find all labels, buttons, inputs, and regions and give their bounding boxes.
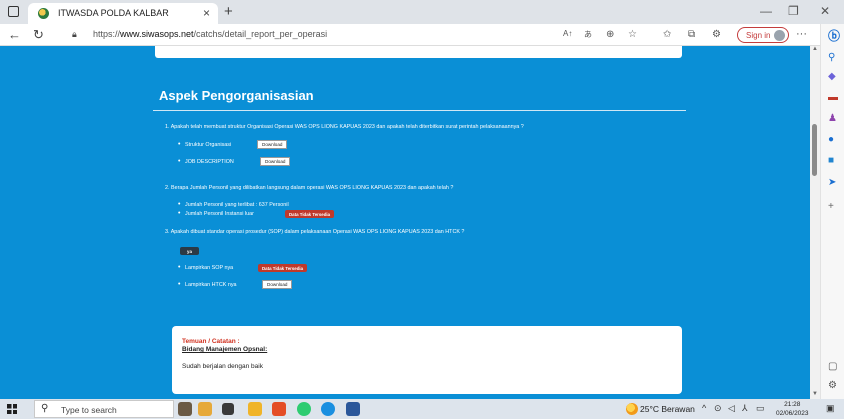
weather-icon — [626, 403, 638, 415]
bing-chat-icon[interactable]: ⓑ — [828, 27, 840, 44]
item-struktur-organisasi: Struktur Organisasi — [178, 141, 231, 148]
question-3: 3. Apakah dibuat standar operasi prosedu… — [165, 229, 465, 235]
item-lampirkan-htck: Lampirkan HTCK nya — [178, 281, 236, 288]
url-host: www.siwasops.net — [120, 29, 194, 39]
data-unavailable-badge: Data Tidak Tersedia — [285, 210, 335, 218]
section-divider — [153, 110, 686, 111]
task-app-icon[interactable] — [178, 402, 192, 416]
search-icon[interactable]: ⚲ — [828, 52, 835, 63]
extensions-icon[interactable]: ⚙ — [712, 29, 721, 40]
keyboard-icon[interactable]: ▭ — [756, 403, 765, 414]
read-aloud-icon[interactable]: A↑ — [563, 29, 572, 38]
task-app-icon[interactable] — [198, 402, 212, 416]
weather-text[interactable]: 25°C Berawan — [640, 404, 695, 414]
item-jumlah-personil: Jumlah Personil yang terlibat : 637 Pers… — [178, 201, 289, 208]
previous-section-card — [155, 46, 682, 58]
ime-icon[interactable]: ⅄ — [742, 403, 748, 414]
browser-tab[interactable]: ITWASDA POLDA KALBAR × — [28, 3, 218, 24]
outlook-icon[interactable]: ■ — [828, 155, 834, 166]
file-explorer-icon[interactable] — [248, 402, 262, 416]
sign-in-label: Sign in — [746, 31, 771, 40]
minimize-icon[interactable]: — — [760, 4, 772, 18]
address-bar[interactable]: https://www.siwasops.net/catchs/detail_r… — [93, 29, 327, 39]
task-view-icon[interactable] — [222, 403, 234, 415]
section-title: Aspek Pengorganisasian — [159, 88, 314, 103]
office-app-icon[interactable] — [272, 402, 286, 416]
shopping-tag-icon[interactable]: ◆ — [828, 71, 836, 82]
notes-heading: Temuan / Catatan : — [182, 338, 240, 345]
whatsapp-icon[interactable] — [297, 402, 311, 416]
tab-close-button[interactable]: × — [203, 6, 210, 20]
scroll-down-icon[interactable]: ▼ — [812, 391, 818, 397]
window-menu-icon[interactable] — [8, 6, 19, 17]
taskbar-search-box[interactable]: ⚲ Type to search — [34, 400, 174, 418]
tab-title: ITWASDA POLDA KALBAR — [58, 8, 169, 18]
favorites-icon[interactable]: ✩ — [663, 29, 671, 40]
send-icon[interactable]: ➤ — [828, 177, 836, 188]
question-2: 2. Berapa Jumlah Personil yang dilibatka… — [165, 185, 454, 191]
url-prefix: https:// — [93, 29, 121, 39]
zoom-icon[interactable]: ⊕ — [606, 29, 614, 40]
windows-taskbar: ⚲ Type to search 25°C Berawan ^ ⊙ ◁ ⅄ ▭ … — [0, 399, 844, 419]
sidebar-layout-icon[interactable]: ▢ — [828, 361, 837, 372]
notes-subheading: Bidang Manajemen Opsnal: — [182, 346, 268, 353]
page-content: Aspek Pengorganisasian 1. Apakah telah m… — [0, 46, 810, 399]
download-htck-button[interactable]: Download — [262, 280, 293, 289]
notes-card: Temuan / Catatan : Bidang Manajemen Opsn… — [172, 326, 682, 394]
back-icon[interactable]: ← — [8, 27, 21, 42]
windows-start-icon[interactable] — [7, 404, 17, 414]
item-personil-instansi-luar: Jumlah Personil Instansi luar — [178, 210, 254, 217]
download-job-description-button[interactable]: Download — [260, 157, 291, 166]
word-icon[interactable] — [346, 402, 360, 416]
tools-briefcase-icon[interactable]: ▬ — [828, 92, 838, 103]
translate-icon[interactable]: あ — [584, 29, 592, 40]
profile-avatar-icon — [774, 30, 785, 41]
url-path: /catchs/detail_report_per_operasi — [193, 29, 328, 39]
new-tab-button[interactable]: + — [224, 3, 233, 20]
notes-text: Sudah berjalan dengan baik — [182, 363, 263, 370]
data-unavailable-badge: Data Tidak Tersedia — [258, 264, 308, 272]
browser-tab-strip: ITWASDA POLDA KALBAR × + — ❐ ✕ — [0, 0, 844, 24]
favorite-add-icon[interactable]: ☆ — [628, 29, 637, 40]
people-icon[interactable]: ♟ — [828, 113, 837, 124]
address-toolbar: ← ↻ 🔒︎ https://www.siwasops.net/catchs/d… — [0, 24, 844, 46]
question-1: 1. Apakah telah membuat struktur Organis… — [165, 124, 524, 130]
taskbar-clock[interactable]: 21:28 02/06/2023 — [776, 400, 809, 418]
add-sidebar-app-icon[interactable]: + — [828, 201, 834, 212]
tray-chevron-icon[interactable]: ^ — [702, 403, 706, 413]
scroll-up-icon[interactable]: ▲ — [812, 46, 818, 52]
volume-icon[interactable]: ◁ — [728, 403, 735, 414]
more-menu-button[interactable]: ··· — [796, 28, 807, 40]
refresh-icon[interactable]: ↻ — [33, 27, 44, 43]
collections-icon[interactable]: ⧉ — [688, 29, 695, 40]
office-icon[interactable]: ● — [828, 134, 834, 145]
network-tray-icon[interactable]: ⊙ — [714, 403, 722, 414]
scrollbar-thumb[interactable] — [812, 124, 817, 176]
edge-sidebar: ⓑ ⚲ ◆ ▬ ♟ ● ■ ➤ + ▢ ⚙ — [820, 24, 844, 399]
close-window-icon[interactable]: ✕ — [820, 4, 830, 18]
sidebar-settings-icon[interactable]: ⚙ — [828, 380, 837, 391]
item-lampirkan-sop: Lampirkan SOP nya — [178, 264, 233, 271]
answer-badge: ya — [180, 247, 199, 255]
search-icon: ⚲ — [41, 403, 49, 414]
notification-icon[interactable]: ▣ — [826, 403, 835, 414]
taskbar-search-placeholder: Type to search — [61, 405, 117, 415]
site-favicon-icon — [38, 8, 49, 19]
item-job-description: JOB DESCRIPTION — [178, 158, 234, 165]
download-struktur-button[interactable]: Download — [257, 140, 288, 149]
clock-time: 21:28 — [784, 401, 801, 408]
sign-in-button[interactable]: Sign in — [737, 27, 789, 43]
vertical-scrollbar[interactable]: ▲ ▼ — [810, 46, 820, 399]
lock-icon[interactable]: 🔒︎ — [72, 29, 77, 40]
edge-browser-icon[interactable] — [321, 402, 335, 416]
clock-date: 02/06/2023 — [776, 410, 809, 417]
restore-icon[interactable]: ❐ — [788, 4, 799, 18]
